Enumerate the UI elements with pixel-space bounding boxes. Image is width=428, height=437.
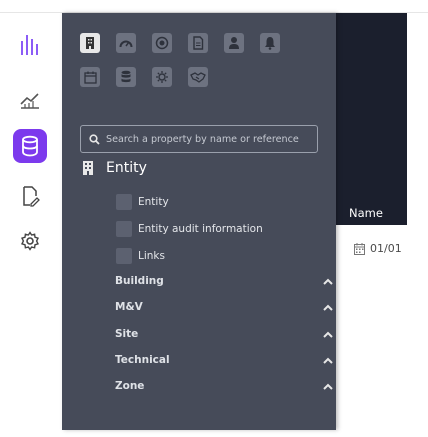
checkbox[interactable] xyxy=(116,248,132,264)
chevron-up-icon xyxy=(323,331,333,338)
file-icon xyxy=(193,36,204,50)
group-site[interactable]: Site xyxy=(115,328,333,340)
building-icon xyxy=(86,37,94,49)
category-alerts-button[interactable] xyxy=(260,33,280,53)
checkbox[interactable] xyxy=(116,194,132,210)
sun-icon xyxy=(156,71,168,83)
option-label: Links xyxy=(138,250,165,262)
chevron-up-icon xyxy=(323,278,333,285)
option-label: Entity xyxy=(138,196,169,208)
chevron-up-icon xyxy=(323,304,333,311)
table-header-area xyxy=(336,13,407,225)
bottom-strip xyxy=(62,430,407,437)
search-input[interactable] xyxy=(106,133,316,145)
group-mv[interactable]: M&V xyxy=(115,301,333,313)
group-technical[interactable]: Technical xyxy=(115,354,333,366)
building-icon xyxy=(83,161,93,175)
search-icon xyxy=(89,133,100,145)
checkbox[interactable] xyxy=(116,221,132,237)
group-label: Technical xyxy=(115,354,170,366)
nav-reports[interactable] xyxy=(13,179,47,213)
category-targets-button[interactable] xyxy=(152,33,172,53)
target-icon xyxy=(155,36,169,50)
entity-section-header[interactable]: Entity xyxy=(82,160,147,176)
chevron-up-icon xyxy=(323,357,333,364)
group-label: M&V xyxy=(115,301,143,313)
nav-data[interactable] xyxy=(13,129,47,163)
database-icon xyxy=(121,70,131,83)
option-links[interactable]: Links xyxy=(116,248,165,264)
database-icon xyxy=(22,135,38,157)
bars-chart-icon xyxy=(21,35,38,55)
entity-title: Entity xyxy=(106,160,147,176)
option-label: Entity audit information xyxy=(138,223,263,235)
option-entity-audit[interactable]: Entity audit information xyxy=(116,221,263,237)
category-data-button[interactable] xyxy=(116,67,136,87)
column-header-name[interactable]: Name xyxy=(349,206,383,220)
trend-chart-icon xyxy=(20,93,39,109)
category-schedule-button[interactable] xyxy=(80,67,100,87)
date-value: 01/01 xyxy=(370,242,402,255)
calendar-icon xyxy=(83,71,97,84)
group-zone[interactable]: Zone xyxy=(115,380,333,392)
nav-settings[interactable] xyxy=(13,224,47,258)
table-row-date: 01/01 xyxy=(354,242,402,255)
property-search[interactable] xyxy=(80,125,318,153)
group-building[interactable]: Building xyxy=(115,275,333,287)
gear-icon xyxy=(21,231,39,251)
user-icon xyxy=(229,37,239,49)
group-label: Zone xyxy=(115,380,145,392)
category-energy-button[interactable] xyxy=(152,67,172,87)
top-border xyxy=(0,0,428,13)
nav-analytics[interactable] xyxy=(13,83,47,117)
category-people-button[interactable] xyxy=(224,33,244,53)
left-nav-rail xyxy=(0,13,62,437)
handshake-icon xyxy=(190,72,206,83)
nav-dashboard[interactable] xyxy=(13,28,47,62)
table-body-area xyxy=(336,225,407,430)
document-edit-icon xyxy=(23,186,40,207)
chevron-up-icon xyxy=(323,383,333,390)
calendar-icon xyxy=(354,242,365,255)
group-label: Building xyxy=(115,275,164,287)
group-label: Site xyxy=(115,328,139,340)
category-building-button[interactable] xyxy=(80,33,100,53)
bell-icon xyxy=(265,37,275,50)
category-contracts-button[interactable] xyxy=(188,67,208,87)
category-documents-button[interactable] xyxy=(188,33,208,53)
speedometer-icon xyxy=(119,40,133,48)
category-meters-button[interactable] xyxy=(116,33,136,53)
option-entity[interactable]: Entity xyxy=(116,194,169,210)
